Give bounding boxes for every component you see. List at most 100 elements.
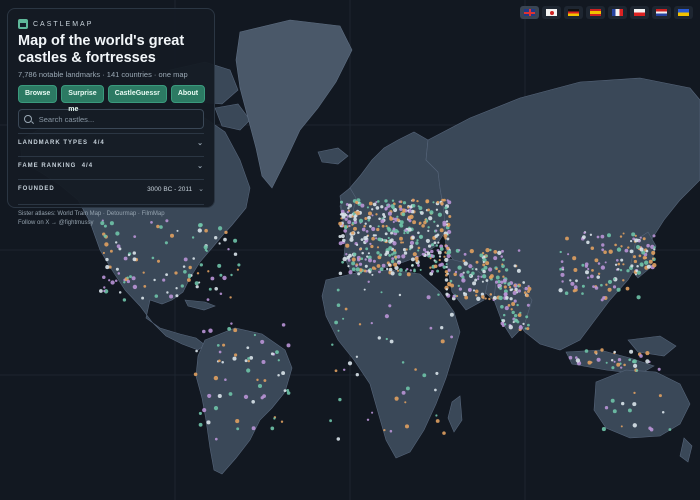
castle-marker[interactable] (620, 258, 624, 262)
castle-marker[interactable] (398, 293, 402, 297)
castle-marker[interactable] (516, 303, 519, 307)
castle-marker[interactable] (156, 259, 161, 263)
castle-marker[interactable] (629, 349, 634, 354)
castle-marker[interactable] (445, 292, 449, 296)
castle-marker[interactable] (600, 265, 606, 270)
castle-marker[interactable] (442, 222, 447, 227)
castle-marker[interactable] (437, 293, 440, 296)
castle-marker[interactable] (251, 426, 256, 431)
castle-marker[interactable] (469, 274, 472, 277)
brand[interactable]: CASTLEMAP (18, 17, 204, 31)
castle-marker[interactable] (634, 234, 637, 237)
castle-marker[interactable] (374, 234, 377, 237)
castle-marker[interactable] (436, 269, 440, 273)
castle-marker[interactable] (334, 320, 338, 325)
castle-marker[interactable] (355, 264, 358, 268)
castle-marker[interactable] (501, 249, 504, 253)
castle-marker[interactable] (527, 323, 530, 327)
castle-marker[interactable] (366, 418, 370, 422)
castle-marker[interactable] (489, 293, 493, 296)
castle-marker[interactable] (644, 260, 649, 265)
castle-marker[interactable] (390, 271, 395, 276)
castle-marker[interactable] (463, 252, 467, 256)
castle-marker[interactable] (573, 268, 578, 272)
castle-marker[interactable] (523, 291, 527, 294)
castle-marker[interactable] (221, 361, 224, 364)
castle-marker[interactable] (417, 205, 420, 208)
castle-marker[interactable] (122, 298, 127, 302)
castle-marker[interactable] (462, 291, 466, 295)
castle-marker[interactable] (365, 230, 369, 233)
browse-button[interactable]: Browse (18, 85, 58, 103)
castle-marker[interactable] (364, 264, 368, 268)
castle-marker[interactable] (338, 221, 342, 226)
castle-marker[interactable] (393, 262, 398, 267)
castle-marker[interactable] (391, 257, 395, 261)
castle-marker[interactable] (166, 291, 169, 294)
castle-marker[interactable] (442, 431, 446, 435)
castle-marker[interactable] (355, 200, 359, 205)
filter-founded[interactable]: FOUNDED 3000 BC - 2011 ⌄ (18, 179, 204, 198)
castle-marker[interactable] (616, 287, 621, 292)
castle-marker[interactable] (376, 251, 380, 255)
castle-marker[interactable] (425, 238, 430, 243)
castle-marker[interactable] (612, 409, 617, 414)
castle-marker[interactable] (407, 227, 412, 232)
castle-marker[interactable] (488, 297, 491, 301)
castle-marker[interactable] (219, 292, 223, 296)
castle-marker[interactable] (512, 321, 515, 324)
castle-marker[interactable] (403, 251, 408, 255)
castle-marker[interactable] (444, 257, 449, 263)
castle-marker[interactable] (610, 359, 614, 362)
castle-marker[interactable] (132, 251, 136, 255)
castle-marker[interactable] (214, 236, 218, 240)
castle-marker[interactable] (126, 279, 131, 284)
castle-marker[interactable] (109, 249, 113, 253)
castle-marker[interactable] (386, 267, 389, 271)
castle-marker[interactable] (213, 405, 219, 411)
castle-marker[interactable] (586, 240, 590, 245)
castle-marker[interactable] (450, 283, 455, 288)
castle-marker[interactable] (387, 236, 390, 240)
castle-marker[interactable] (334, 369, 338, 373)
castle-marker[interactable] (379, 267, 384, 272)
castle-marker[interactable] (103, 289, 106, 293)
castle-marker[interactable] (398, 200, 401, 203)
castle-marker[interactable] (433, 264, 438, 269)
castle-marker[interactable] (390, 231, 394, 235)
castle-marker[interactable] (429, 266, 432, 269)
castle-marker[interactable] (522, 322, 525, 325)
sister-atlases-links[interactable]: Sister atlases: World Train Map · Detour… (18, 210, 204, 219)
castle-marker[interactable] (180, 284, 184, 288)
castle-marker[interactable] (616, 267, 620, 271)
castle-marker[interactable] (439, 228, 444, 233)
castle-marker[interactable] (474, 289, 479, 294)
castle-marker[interactable] (378, 217, 381, 221)
castle-marker[interactable] (648, 259, 653, 264)
castle-marker[interactable] (448, 215, 452, 218)
castle-marker[interactable] (596, 235, 600, 239)
castle-marker[interactable] (197, 228, 202, 233)
castle-marker[interactable] (437, 212, 443, 217)
castle-marker[interactable] (509, 297, 513, 301)
castle-marker[interactable] (411, 203, 416, 208)
castle-marker[interactable] (418, 234, 424, 240)
castle-marker[interactable] (359, 247, 362, 251)
castle-marker[interactable] (632, 402, 637, 407)
castle-marker[interactable] (380, 205, 384, 209)
castle-marker[interactable] (613, 278, 616, 281)
castle-marker[interactable] (432, 201, 435, 204)
castle-marker[interactable] (645, 351, 650, 356)
castle-marker[interactable] (187, 273, 191, 277)
castle-marker[interactable] (467, 287, 472, 292)
castle-marker[interactable] (365, 247, 369, 251)
castle-marker[interactable] (353, 217, 357, 222)
castle-marker[interactable] (631, 232, 636, 237)
castle-marker[interactable] (194, 281, 199, 286)
castle-marker[interactable] (342, 256, 347, 262)
castle-marker[interactable] (275, 350, 279, 354)
castle-marker[interactable] (371, 214, 374, 217)
castle-marker[interactable] (202, 329, 206, 334)
castle-marker[interactable] (118, 291, 122, 294)
castle-marker[interactable] (392, 241, 397, 246)
